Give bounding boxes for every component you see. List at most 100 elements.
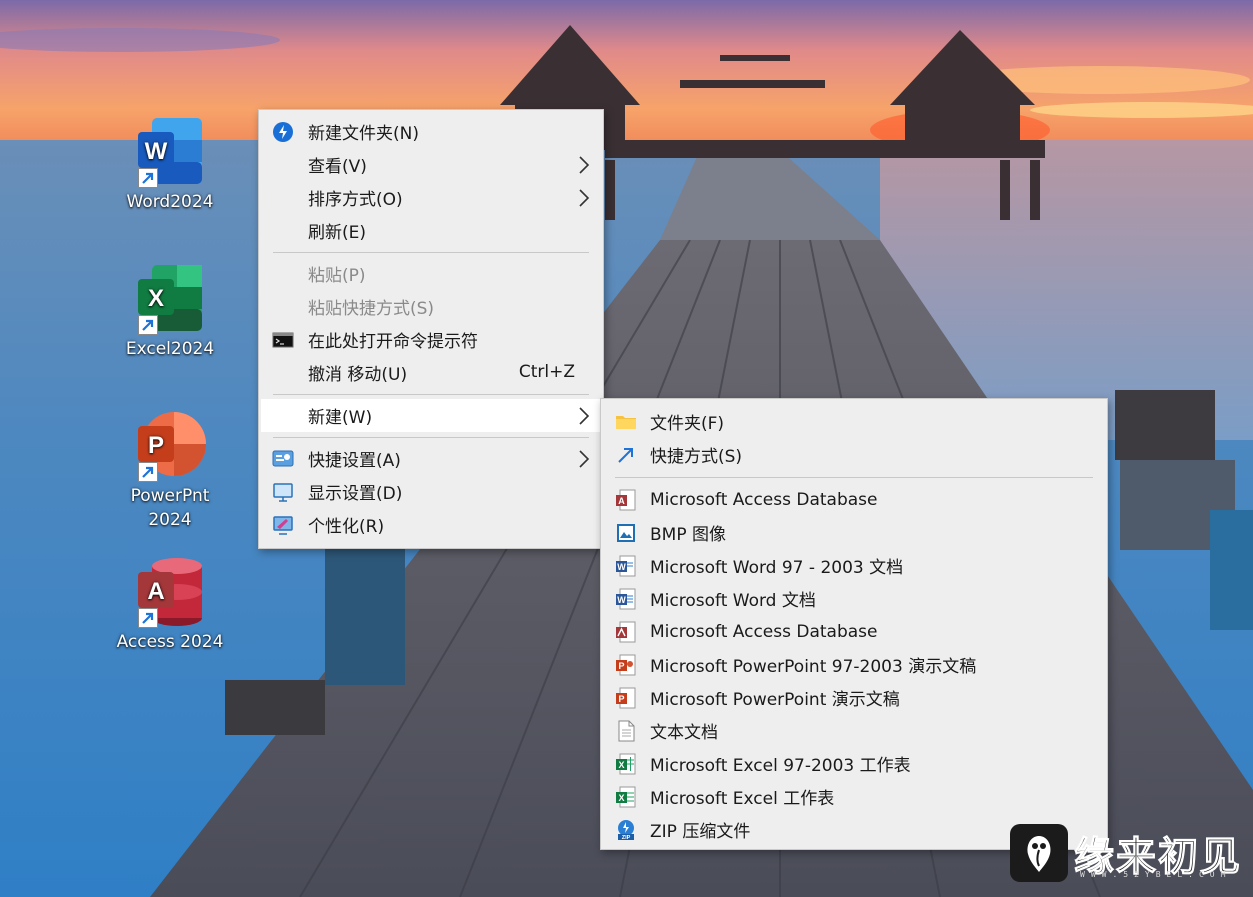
word-doc-icon: W (615, 555, 637, 577)
access-file-icon (615, 621, 637, 643)
new-item-text-document[interactable]: 文本文档 (601, 714, 1107, 747)
menu-item-label: 在此处打开命令提示符 (308, 332, 478, 352)
svg-text:P: P (148, 432, 164, 459)
desktop-icon-label: Word2024 (126, 192, 214, 212)
menu-item-display-settings[interactable]: 显示设置(D) (259, 475, 603, 508)
menu-item-refresh[interactable]: 刷新(E) (259, 214, 603, 247)
watermark-url: WWW.52YBEL.COM (1080, 870, 1232, 879)
menu-item-sort-by[interactable]: 排序方式(O) (259, 181, 603, 214)
menu-item-undo-move[interactable]: 撤消 移动(U) Ctrl+Z (259, 356, 603, 389)
shortcut-arrow-icon (138, 608, 158, 628)
menu-item-label: Microsoft Word 97 - 2003 文档 (650, 558, 904, 578)
new-item-bmp-image[interactable]: BMP 图像 (601, 516, 1107, 549)
svg-text:ZIP: ZIP (622, 835, 631, 841)
menu-item-label: 快捷设置(A) (308, 451, 401, 471)
new-submenu: 文件夹(F) 快捷方式(S) A Microsoft Access Databa… (600, 398, 1108, 850)
menu-item-label: 粘贴(P) (308, 266, 366, 286)
menu-separator (615, 477, 1093, 478)
menu-item-new[interactable]: 新建(W) (261, 399, 601, 432)
shortcut-arrow-icon (138, 168, 158, 188)
menu-item-label: Microsoft PowerPoint 演示文稿 (650, 690, 900, 710)
menu-item-label: ZIP 压缩文件 (650, 822, 751, 842)
menu-item-label: 撤消 移动(U) (308, 365, 408, 385)
menu-item-label: 显示设置(D) (308, 484, 403, 504)
menu-item-label: Microsoft Word 文档 (650, 591, 816, 611)
chevron-right-icon (577, 188, 591, 208)
desktop-context-menu: 新建文件夹(N) 查看(V) 排序方式(O) 刷新(E) 粘贴(P) 粘贴快捷方… (258, 109, 604, 549)
chevron-right-icon (577, 449, 591, 469)
svg-text:X: X (618, 760, 624, 770)
new-item-powerpoint-presentation[interactable]: P Microsoft PowerPoint 演示文稿 (601, 681, 1107, 714)
menu-item-label: 粘贴快捷方式(S) (308, 299, 435, 319)
new-item-word-97-2003[interactable]: W Microsoft Word 97 - 2003 文档 (601, 549, 1107, 582)
menu-item-label: 新建(W) (308, 408, 373, 428)
watermark-badge-icon (1010, 824, 1068, 882)
cmd-icon (272, 329, 294, 351)
svg-text:A: A (618, 496, 625, 506)
menu-item-new-folder[interactable]: 新建文件夹(N) (259, 115, 603, 148)
quick-settings-icon (272, 448, 294, 470)
personalize-icon (272, 514, 294, 536)
menu-item-open-cmd[interactable]: 在此处打开命令提示符 (259, 323, 603, 356)
svg-text:X: X (618, 793, 624, 803)
pptx-file-icon: P (615, 687, 637, 709)
menu-item-personalize[interactable]: 个性化(R) (259, 508, 603, 541)
ppt-file-icon: P (615, 654, 637, 676)
svg-text:W: W (617, 595, 626, 605)
xls-file-icon: X (615, 753, 637, 775)
word-icon: W (134, 116, 206, 188)
new-item-access-database[interactable]: A Microsoft Access Database (601, 483, 1107, 516)
shortcut-icon (615, 444, 637, 466)
desktop-icon-powerpoint[interactable]: P PowerPnt 2024 (115, 410, 225, 532)
svg-text:P: P (618, 661, 624, 671)
new-item-word-document[interactable]: W Microsoft Word 文档 (601, 582, 1107, 615)
menu-item-label: 快捷方式(S) (650, 447, 743, 467)
shortcut-arrow-icon (138, 462, 158, 482)
menu-item-label: 文本文档 (650, 723, 718, 743)
svg-text:X: X (148, 285, 164, 312)
menu-item-quick-settings[interactable]: 快捷设置(A) (259, 442, 603, 475)
menu-separator (273, 437, 589, 438)
word-docx-icon: W (615, 588, 637, 610)
svg-text:W: W (617, 562, 626, 572)
menu-separator (273, 394, 589, 395)
desktop-icon-label: Excel2024 (125, 339, 215, 359)
menu-item-label: Microsoft Excel 97-2003 工作表 (650, 756, 911, 776)
desktop-icon-label: PowerPnt 2024 (130, 486, 210, 530)
menu-item-paste: 粘贴(P) (259, 257, 603, 290)
shortcut-arrow-icon (138, 315, 158, 335)
desktop-icon-excel[interactable]: X Excel2024 (115, 263, 225, 361)
powerpoint-icon: P (134, 410, 206, 482)
desktop-icon-word[interactable]: W Word2024 (115, 116, 225, 214)
new-folder-icon (272, 121, 294, 143)
new-item-powerpoint-97-2003[interactable]: P Microsoft PowerPoint 97-2003 演示文稿 (601, 648, 1107, 681)
display-icon (272, 481, 294, 503)
menu-item-label: Microsoft Access Database (650, 621, 878, 642)
menu-item-label: 排序方式(O) (308, 190, 403, 210)
chevron-right-icon (577, 155, 591, 175)
menu-item-label: 新建文件夹(N) (308, 124, 419, 144)
menu-item-label: Microsoft PowerPoint 97-2003 演示文稿 (650, 657, 977, 677)
excel-icon: X (134, 263, 206, 335)
menu-item-label: 文件夹(F) (650, 414, 725, 434)
access-file-icon: A (615, 489, 637, 511)
new-item-access-database-2[interactable]: Microsoft Access Database (601, 615, 1107, 648)
bmp-file-icon (615, 522, 637, 544)
watermark-logo: 缘来初见 WWW.52YBEL.COM (1010, 822, 1253, 897)
desktop-icon-label: Access 2024 (116, 632, 224, 652)
menu-item-label: 刷新(E) (308, 223, 367, 243)
menu-item-label: 个性化(R) (308, 517, 385, 537)
new-item-folder[interactable]: 文件夹(F) (601, 405, 1107, 438)
menu-item-label: Microsoft Excel 工作表 (650, 789, 835, 809)
folder-icon (615, 411, 637, 433)
svg-text:P: P (618, 694, 624, 704)
menu-item-label: Microsoft Access Database (650, 489, 878, 510)
svg-text:A: A (147, 578, 164, 605)
xlsx-file-icon: X (615, 786, 637, 808)
new-item-shortcut[interactable]: 快捷方式(S) (601, 438, 1107, 471)
new-item-excel-97-2003[interactable]: X Microsoft Excel 97-2003 工作表 (601, 747, 1107, 780)
desktop-icon-access[interactable]: A Access 2024 (115, 556, 225, 654)
new-item-excel-worksheet[interactable]: X Microsoft Excel 工作表 (601, 780, 1107, 813)
menu-item-view[interactable]: 查看(V) (259, 148, 603, 181)
menu-item-shortcut: Ctrl+Z (518, 362, 575, 382)
